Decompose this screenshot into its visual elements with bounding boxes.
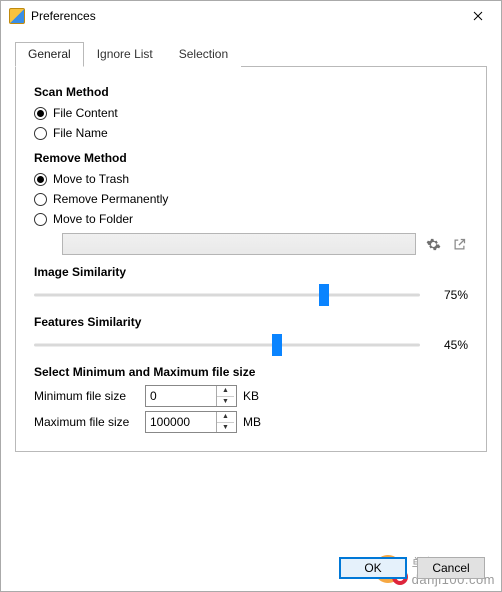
slider-track	[34, 344, 420, 347]
image-similarity-heading: Image Similarity	[34, 265, 468, 279]
max-size-input[interactable]	[146, 412, 216, 432]
close-button[interactable]	[455, 1, 501, 31]
tab-selection[interactable]: Selection	[166, 42, 241, 67]
features-similarity-slider[interactable]	[34, 335, 420, 355]
min-size-unit: KB	[243, 389, 259, 403]
spinner-arrows[interactable]: ▲ ▼	[216, 412, 234, 432]
radio-label: Move to Trash	[53, 172, 129, 186]
chevron-down-icon[interactable]: ▼	[217, 423, 234, 433]
max-size-spinner[interactable]: ▲ ▼	[145, 411, 237, 433]
scan-method-heading: Scan Method	[34, 85, 468, 99]
radio-file-content[interactable]: File Content	[34, 105, 468, 121]
gear-icon	[426, 237, 441, 252]
tab-pane-general: Scan Method File Content File Name Remov…	[15, 67, 487, 452]
chevron-down-icon[interactable]: ▼	[217, 397, 234, 407]
settings-button[interactable]	[424, 235, 442, 253]
open-external-icon	[452, 237, 467, 252]
radio-icon	[34, 213, 47, 226]
title-bar: Preferences	[1, 1, 501, 31]
radio-file-name[interactable]: File Name	[34, 125, 468, 141]
features-similarity-value: 45%	[430, 338, 468, 352]
chevron-up-icon[interactable]: ▲	[217, 412, 234, 423]
chevron-up-icon[interactable]: ▲	[217, 386, 234, 397]
dialog-buttons: OK Cancel	[339, 557, 485, 579]
radio-remove-permanently[interactable]: Remove Permanently	[34, 191, 468, 207]
min-size-input[interactable]	[146, 386, 216, 406]
radio-move-to-trash[interactable]: Move to Trash	[34, 171, 468, 187]
max-size-unit: MB	[243, 415, 261, 429]
close-icon	[473, 11, 483, 21]
radio-label: File Name	[53, 126, 108, 140]
tab-strip: General Ignore List Selection	[15, 41, 487, 67]
app-icon	[9, 8, 25, 24]
image-similarity-slider[interactable]	[34, 285, 420, 305]
slider-thumb[interactable]	[272, 334, 282, 356]
radio-label: File Content	[53, 106, 118, 120]
radio-label: Remove Permanently	[53, 192, 168, 206]
ok-button[interactable]: OK	[339, 557, 407, 579]
window-title: Preferences	[31, 9, 455, 23]
radio-icon	[34, 107, 47, 120]
features-similarity-heading: Features Similarity	[34, 315, 468, 329]
cancel-button[interactable]: Cancel	[417, 557, 485, 579]
min-size-label: Minimum file size	[34, 389, 139, 403]
image-similarity-value: 75%	[430, 288, 468, 302]
browse-folder-button[interactable]	[450, 235, 468, 253]
spinner-arrows[interactable]: ▲ ▼	[216, 386, 234, 406]
remove-method-heading: Remove Method	[34, 151, 468, 165]
radio-icon	[34, 173, 47, 186]
radio-icon	[34, 127, 47, 140]
min-size-spinner[interactable]: ▲ ▼	[145, 385, 237, 407]
radio-move-to-folder[interactable]: Move to Folder	[34, 211, 468, 227]
max-size-label: Maximum file size	[34, 415, 139, 429]
slider-thumb[interactable]	[319, 284, 329, 306]
file-size-heading: Select Minimum and Maximum file size	[34, 365, 468, 379]
radio-label: Move to Folder	[53, 212, 133, 226]
tab-general[interactable]: General	[15, 42, 84, 67]
tab-ignore-list[interactable]: Ignore List	[84, 42, 166, 67]
folder-path-input[interactable]	[62, 233, 416, 255]
radio-icon	[34, 193, 47, 206]
slider-track	[34, 294, 420, 297]
